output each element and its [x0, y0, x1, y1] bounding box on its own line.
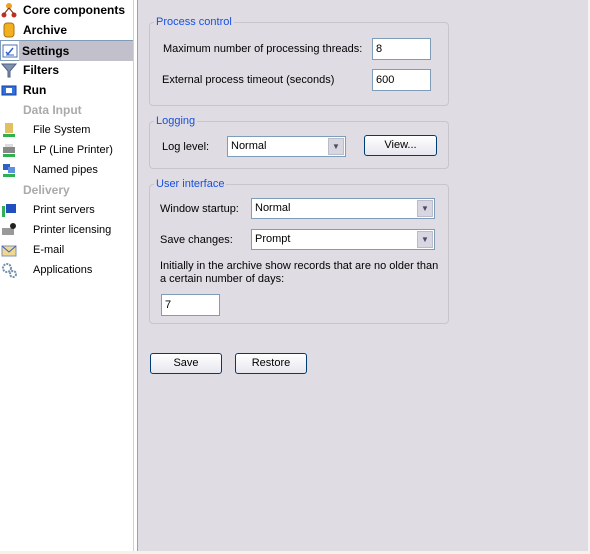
settings-icon — [2, 43, 18, 59]
chevron-down-icon[interactable]: ▼ — [417, 200, 433, 217]
group-title: Process control — [156, 16, 232, 28]
sidebar: Core components Archive Settings Filters Run… — [0, 0, 133, 551]
view-log-button[interactable]: View... — [364, 135, 437, 156]
sidebar-item[interactable]: LP (Line Printer) — [0, 140, 133, 160]
timeout-label: External process timeout (seconds) — [162, 74, 335, 86]
chevron-down-icon[interactable]: ▼ — [417, 231, 433, 248]
print-server-icon — [1, 202, 17, 218]
sidebar-item-label: Printer licensing — [33, 224, 112, 236]
selected-value: Normal — [255, 202, 291, 214]
threads-label: Maximum number of processing threads: — [163, 43, 363, 55]
printer-licensing-icon — [1, 222, 17, 238]
window-startup-label: Window startup: — [160, 203, 239, 215]
timeout-input[interactable] — [372, 69, 431, 91]
save-changes-select[interactable]: Prompt ▼ — [251, 229, 435, 250]
sidebar-item-label: Applications — [33, 264, 93, 276]
sidebar-item[interactable]: File System — [0, 120, 133, 140]
selected-value: Prompt — [255, 233, 291, 245]
run-icon — [1, 82, 17, 98]
printer-icon — [1, 142, 17, 158]
sidebar-item-label: Data Input — [23, 103, 82, 117]
sidebar-item[interactable]: Print servers — [0, 200, 133, 220]
sidebar-item-label: Filters — [23, 63, 60, 77]
group-title: User interface — [156, 178, 225, 190]
applications-icon — [1, 262, 17, 278]
filter-icon — [0, 62, 18, 78]
save-button[interactable]: Save — [150, 353, 222, 374]
process-control-group: Process control — [149, 16, 449, 106]
selected-value: Normal — [231, 140, 267, 152]
archive-icon — [1, 22, 17, 38]
days-input[interactable] — [161, 294, 220, 316]
sidebar-item-label: Core components — [23, 3, 126, 17]
chevron-down-icon[interactable]: ▼ — [328, 138, 344, 155]
sidebar-item[interactable]: Settings — [0, 40, 133, 61]
window-startup-select[interactable]: Normal ▼ — [251, 198, 435, 219]
file-system-icon — [1, 122, 17, 138]
email-icon — [1, 242, 17, 258]
log-level-select[interactable]: Normal ▼ — [227, 136, 346, 157]
sidebar-item[interactable]: Archive — [0, 20, 133, 40]
sidebar-group-header: Data Input — [0, 100, 133, 120]
threads-input[interactable] — [372, 38, 431, 60]
settings-panel: Process control Maximum number of proces… — [138, 0, 588, 551]
sidebar-item[interactable]: Named pipes — [0, 160, 133, 180]
named-pipes-icon — [1, 162, 17, 178]
sidebar-item-label: Named pipes — [33, 164, 98, 176]
sidebar-item[interactable]: Filters — [0, 60, 133, 80]
sidebar-item-label: File System — [33, 124, 91, 136]
sidebar-item-label: Settings — [19, 41, 133, 61]
divider — [133, 0, 134, 551]
sidebar-item-label: Delivery — [23, 183, 70, 197]
restore-button[interactable]: Restore — [235, 353, 307, 374]
sidebar-item[interactable]: Printer licensing — [0, 220, 133, 240]
sidebar-item[interactable]: Run — [0, 80, 133, 100]
save-changes-label: Save changes: — [160, 234, 233, 246]
days-label: Initially in the archive show records th… — [160, 260, 439, 285]
group-title: Logging — [156, 115, 196, 127]
sidebar-group-header: Delivery — [0, 180, 133, 200]
sidebar-item-label: LP (Line Printer) — [33, 144, 113, 156]
sidebar-item-label: E-mail — [33, 244, 65, 256]
sidebar-item-label: Archive — [23, 23, 68, 37]
sidebar-item[interactable]: Applications — [0, 260, 133, 280]
core-components-icon — [1, 2, 17, 18]
sidebar-item-label: Run — [23, 83, 47, 97]
log-level-label: Log level: — [162, 141, 210, 153]
sidebar-item-label: Print servers — [33, 204, 95, 216]
sidebar-item[interactable]: Core components — [0, 0, 133, 20]
sidebar-item[interactable]: E-mail — [0, 240, 133, 260]
